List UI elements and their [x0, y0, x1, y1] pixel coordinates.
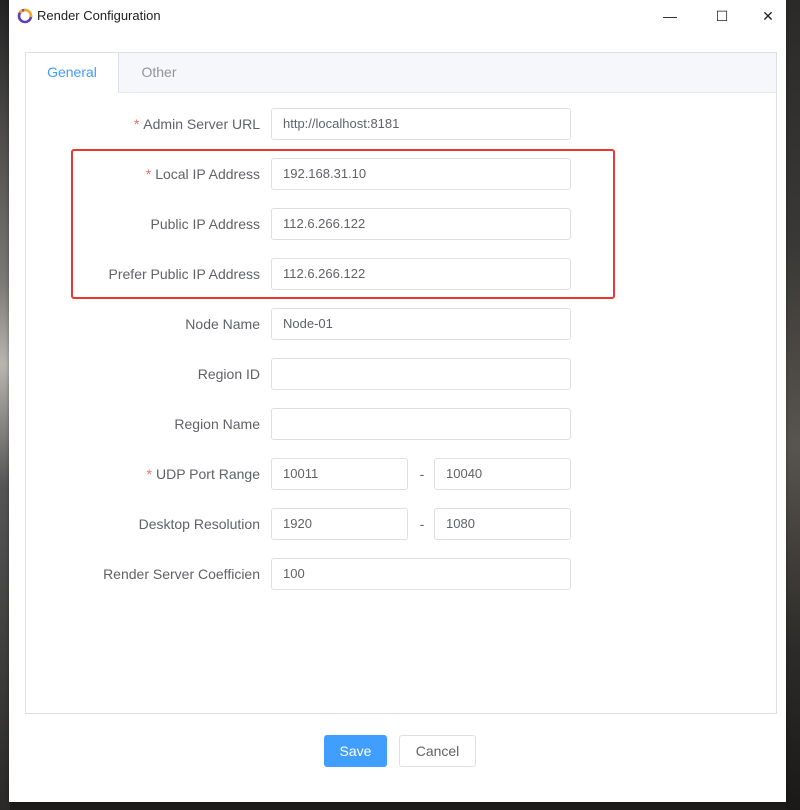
- render-configuration-window: Render Configuration — ☐ ✕ General Other…: [9, 0, 786, 802]
- required-marker: *: [146, 466, 152, 482]
- minimize-icon: —: [663, 8, 677, 24]
- udp-port-range-label: * UDP Port Range: [146, 466, 260, 482]
- close-icon: ✕: [762, 7, 774, 24]
- title-bar[interactable]: Render Configuration — ☐ ✕: [9, 0, 786, 32]
- resolution-height-input[interactable]: 1080: [434, 508, 571, 540]
- form-row-region-id: Region ID: [26, 358, 776, 390]
- admin-server-url-label: * Admin Server URL: [133, 116, 260, 132]
- save-button[interactable]: Save: [324, 735, 387, 767]
- maximize-button[interactable]: ☐: [699, 0, 745, 32]
- required-marker: *: [133, 116, 140, 132]
- node-name-label: Node Name: [185, 316, 260, 332]
- render-server-coefficient-label: Render Server Coefficien: [103, 566, 260, 582]
- region-id-input[interactable]: [271, 358, 571, 390]
- render-server-coefficient-input[interactable]: 100: [271, 558, 571, 590]
- form-row-admin-server-url: * Admin Server URL http://localhost:8181: [26, 108, 776, 140]
- region-name-input[interactable]: [271, 408, 571, 440]
- close-button[interactable]: ✕: [745, 0, 791, 32]
- tab-other[interactable]: Other: [119, 53, 199, 92]
- form-row-region-name: Region Name: [26, 408, 776, 440]
- resolution-width-input[interactable]: 1920: [271, 508, 408, 540]
- window-title: Render Configuration: [37, 8, 161, 23]
- maximize-icon: ☐: [715, 7, 729, 24]
- form-row-node-name: Node Name Node-01: [26, 308, 776, 340]
- settings-panel: General Other * Admin Server URL http://l…: [25, 52, 777, 714]
- admin-server-url-input[interactable]: http://localhost:8181: [271, 108, 571, 140]
- udp-port-from-input[interactable]: 10011: [271, 458, 408, 490]
- form-row-render-server-coefficient: Render Server Coefficien 100: [26, 558, 776, 590]
- node-name-input[interactable]: Node-01: [271, 308, 571, 340]
- range-separator: -: [419, 466, 425, 482]
- cancel-button[interactable]: Cancel: [399, 735, 476, 767]
- region-id-label: Region ID: [197, 366, 260, 382]
- render-app-logo-icon: [17, 8, 33, 24]
- udp-port-to-input[interactable]: 10040: [434, 458, 571, 490]
- highlight-annotation-box: [71, 149, 615, 299]
- region-name-label: Region Name: [174, 416, 260, 432]
- tab-general[interactable]: General: [26, 53, 119, 93]
- tab-bar: General Other: [26, 53, 776, 93]
- minimize-button[interactable]: —: [647, 0, 693, 32]
- desktop-resolution-label: Desktop Resolution: [138, 516, 260, 532]
- range-separator: -: [419, 516, 425, 532]
- form-row-udp-port-range: * UDP Port Range 10011 - 10040: [26, 458, 776, 490]
- desktop-background-right: [786, 0, 800, 810]
- form-row-desktop-resolution: Desktop Resolution 1920 - 1080: [26, 508, 776, 540]
